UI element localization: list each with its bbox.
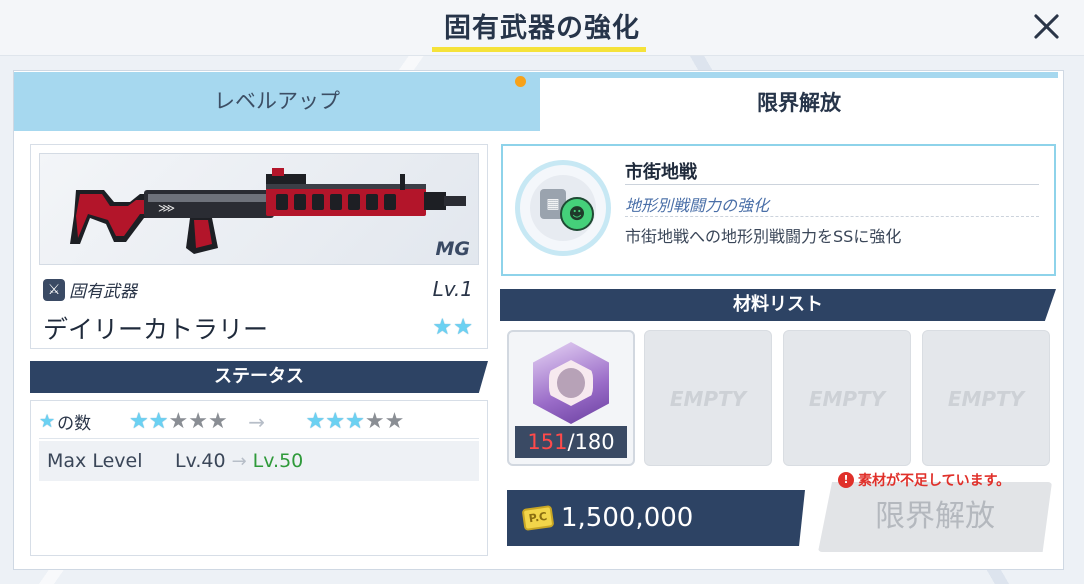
tab-level-up[interactable]: レベルアップ	[14, 72, 540, 131]
star-icon: ★	[325, 408, 346, 434]
status-section-header: ステータス	[30, 361, 488, 393]
star-icon: ★	[148, 408, 169, 434]
material-slot-empty: EMPTY	[644, 330, 772, 466]
weapon-card: ⋙ MG ⚔ 固有武器 Lv.1 デイリーカトラリー ★ ★	[30, 144, 488, 349]
status-box: ★ の数 ★ ★ ★ ★ ★ → ★ ★ ★ ★ ★ Max Level Lv.…	[30, 400, 488, 556]
warning-text: 素材が不足しています。	[858, 473, 1011, 489]
skill-icon: ▦ ☻	[515, 160, 611, 256]
skill-title: 市街地戦	[625, 162, 697, 183]
stars-after: ★ ★ ★ ★ ★	[305, 408, 405, 434]
svg-text:⋙: ⋙	[158, 201, 175, 215]
stars-before: ★ ★ ★ ★ ★	[129, 408, 228, 434]
arrow-icon: →	[231, 450, 247, 472]
skill-description: 市街地戦への地形別戦闘力をSSに強化	[625, 227, 902, 246]
material-count-have: 151	[527, 430, 568, 454]
star-empty-icon: ★	[364, 408, 385, 434]
weapon-type: ⚔ 固有武器	[43, 277, 137, 302]
weapon-level: Lv.1	[432, 277, 473, 301]
smiley-sunglasses-icon: ☻	[560, 197, 594, 231]
arrow-icon: →	[248, 409, 266, 434]
character-portrait	[557, 368, 585, 398]
notification-dot	[515, 76, 526, 87]
material-slot[interactable]: 151/180	[507, 330, 635, 466]
star-icon: ★	[453, 315, 473, 340]
material-count-need: /180	[567, 430, 615, 454]
limit-break-button[interactable]: 限界解放	[818, 482, 1052, 552]
weapon-name: デイリーカトラリー	[43, 315, 269, 344]
skill-subtitle: 地形別戦闘力の強化	[625, 196, 770, 215]
material-count: 151/180	[515, 426, 627, 458]
star-icon: ★	[39, 410, 56, 432]
warning-message: ! 素材が不足しています。	[838, 470, 1010, 490]
max-level-new: Lv.50	[252, 450, 304, 472]
star-count-label: ★ の数	[39, 410, 92, 435]
cost-value: 1,500,000	[561, 503, 694, 533]
material-slot-empty: EMPTY	[922, 330, 1050, 466]
weapon-type-icon: ⚔	[43, 278, 65, 301]
machine-gun-icon: ⋙	[70, 168, 466, 254]
star-icon: ★	[345, 408, 365, 434]
star-empty-icon: ★	[168, 408, 189, 434]
skill-card: ▦ ☻ 市街地戦 地形別戦闘力の強化 市街地戦への地形別戦闘力をSSに強化	[501, 144, 1056, 276]
page-title: 固有武器の強化	[444, 13, 640, 44]
materials-section-header: 材料リスト	[500, 289, 1056, 321]
coin-icon: P.C	[521, 505, 555, 531]
header-bar: 固有武器の強化	[0, 0, 1084, 56]
weapon-image: ⋙ MG	[39, 153, 479, 265]
weapon-class-tag: MG	[435, 238, 470, 260]
star-count-row: ★ の数 ★ ★ ★ ★ ★ → ★ ★ ★ ★ ★	[39, 405, 479, 439]
cost-bar: P.C 1,500,000	[507, 490, 805, 546]
divider	[625, 184, 1039, 185]
star-empty-icon: ★	[384, 408, 405, 434]
star-empty-icon: ★	[207, 408, 228, 434]
star-icon: ★	[129, 408, 149, 434]
close-icon[interactable]	[1026, 6, 1066, 46]
star-empty-icon: ★	[188, 408, 208, 434]
star-icon: ★	[305, 408, 326, 434]
weapon-type-label: 固有武器	[69, 282, 137, 302]
divider	[625, 216, 1039, 217]
material-slot-empty: EMPTY	[783, 330, 911, 466]
weapon-stars: ★ ★	[433, 317, 473, 339]
max-level-label: Max Level	[47, 450, 143, 472]
title-underline	[432, 47, 646, 52]
star-icon: ★	[432, 315, 453, 340]
material-gem-icon	[533, 342, 609, 424]
warning-icon: !	[838, 472, 854, 488]
tab-limit-break[interactable]: 限界解放	[540, 72, 1058, 131]
max-level-old: Lv.40	[175, 450, 226, 472]
max-level-row: Max Level Lv.40 → Lv.50	[39, 441, 479, 481]
